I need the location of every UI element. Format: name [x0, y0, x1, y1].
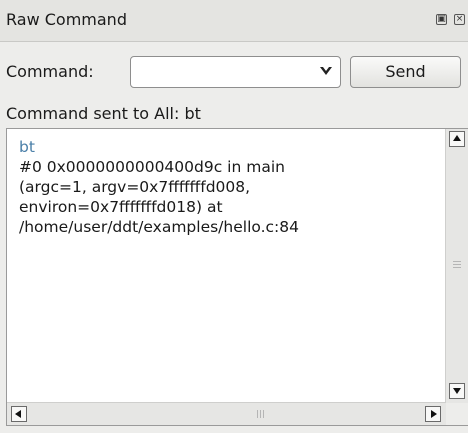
scroll-down-button[interactable] [449, 383, 465, 399]
scroll-up-button[interactable] [449, 131, 465, 147]
arrow-right-icon [431, 410, 437, 418]
scroll-corner [446, 403, 468, 425]
output-line: environ=0x7fffffffd018) at [19, 198, 223, 216]
status-text: Command sent to All: bt [6, 104, 201, 123]
output-line: (argc=1, argv=0x7fffffffd008, [19, 178, 251, 196]
scroll-left-button[interactable] [11, 406, 27, 422]
output-textarea[interactable]: bt #0 0x0000000000400d9c in main (argc=1… [6, 128, 468, 426]
chevron-down-icon[interactable] [320, 67, 332, 75]
command-input[interactable] [137, 63, 304, 83]
close-icon[interactable]: × [454, 14, 465, 25]
output-content: bt #0 0x0000000000400d9c in main (argc=1… [19, 137, 439, 237]
horizontal-scrollbar[interactable] [7, 402, 446, 425]
scroll-grip [453, 261, 461, 262]
command-combobox[interactable] [130, 56, 341, 88]
output-line: /home/user/ddt/examples/hello.c:84 [19, 218, 299, 236]
send-button[interactable]: Send [350, 56, 461, 88]
output-line: #0 0x0000000000400d9c in main [19, 158, 285, 176]
arrow-left-icon [15, 410, 21, 418]
dock-title-bar: Raw Command ▣ × [0, 0, 468, 42]
window-title: Raw Command [6, 10, 127, 29]
echoed-command: bt [19, 138, 35, 156]
scroll-right-button[interactable] [425, 406, 441, 422]
float-icon[interactable]: ▣ [436, 14, 447, 25]
command-label: Command: [6, 62, 94, 81]
arrow-up-icon [453, 135, 461, 141]
scroll-grip [257, 410, 258, 418]
vertical-scrollbar[interactable] [445, 129, 468, 405]
arrow-down-icon [453, 388, 461, 394]
